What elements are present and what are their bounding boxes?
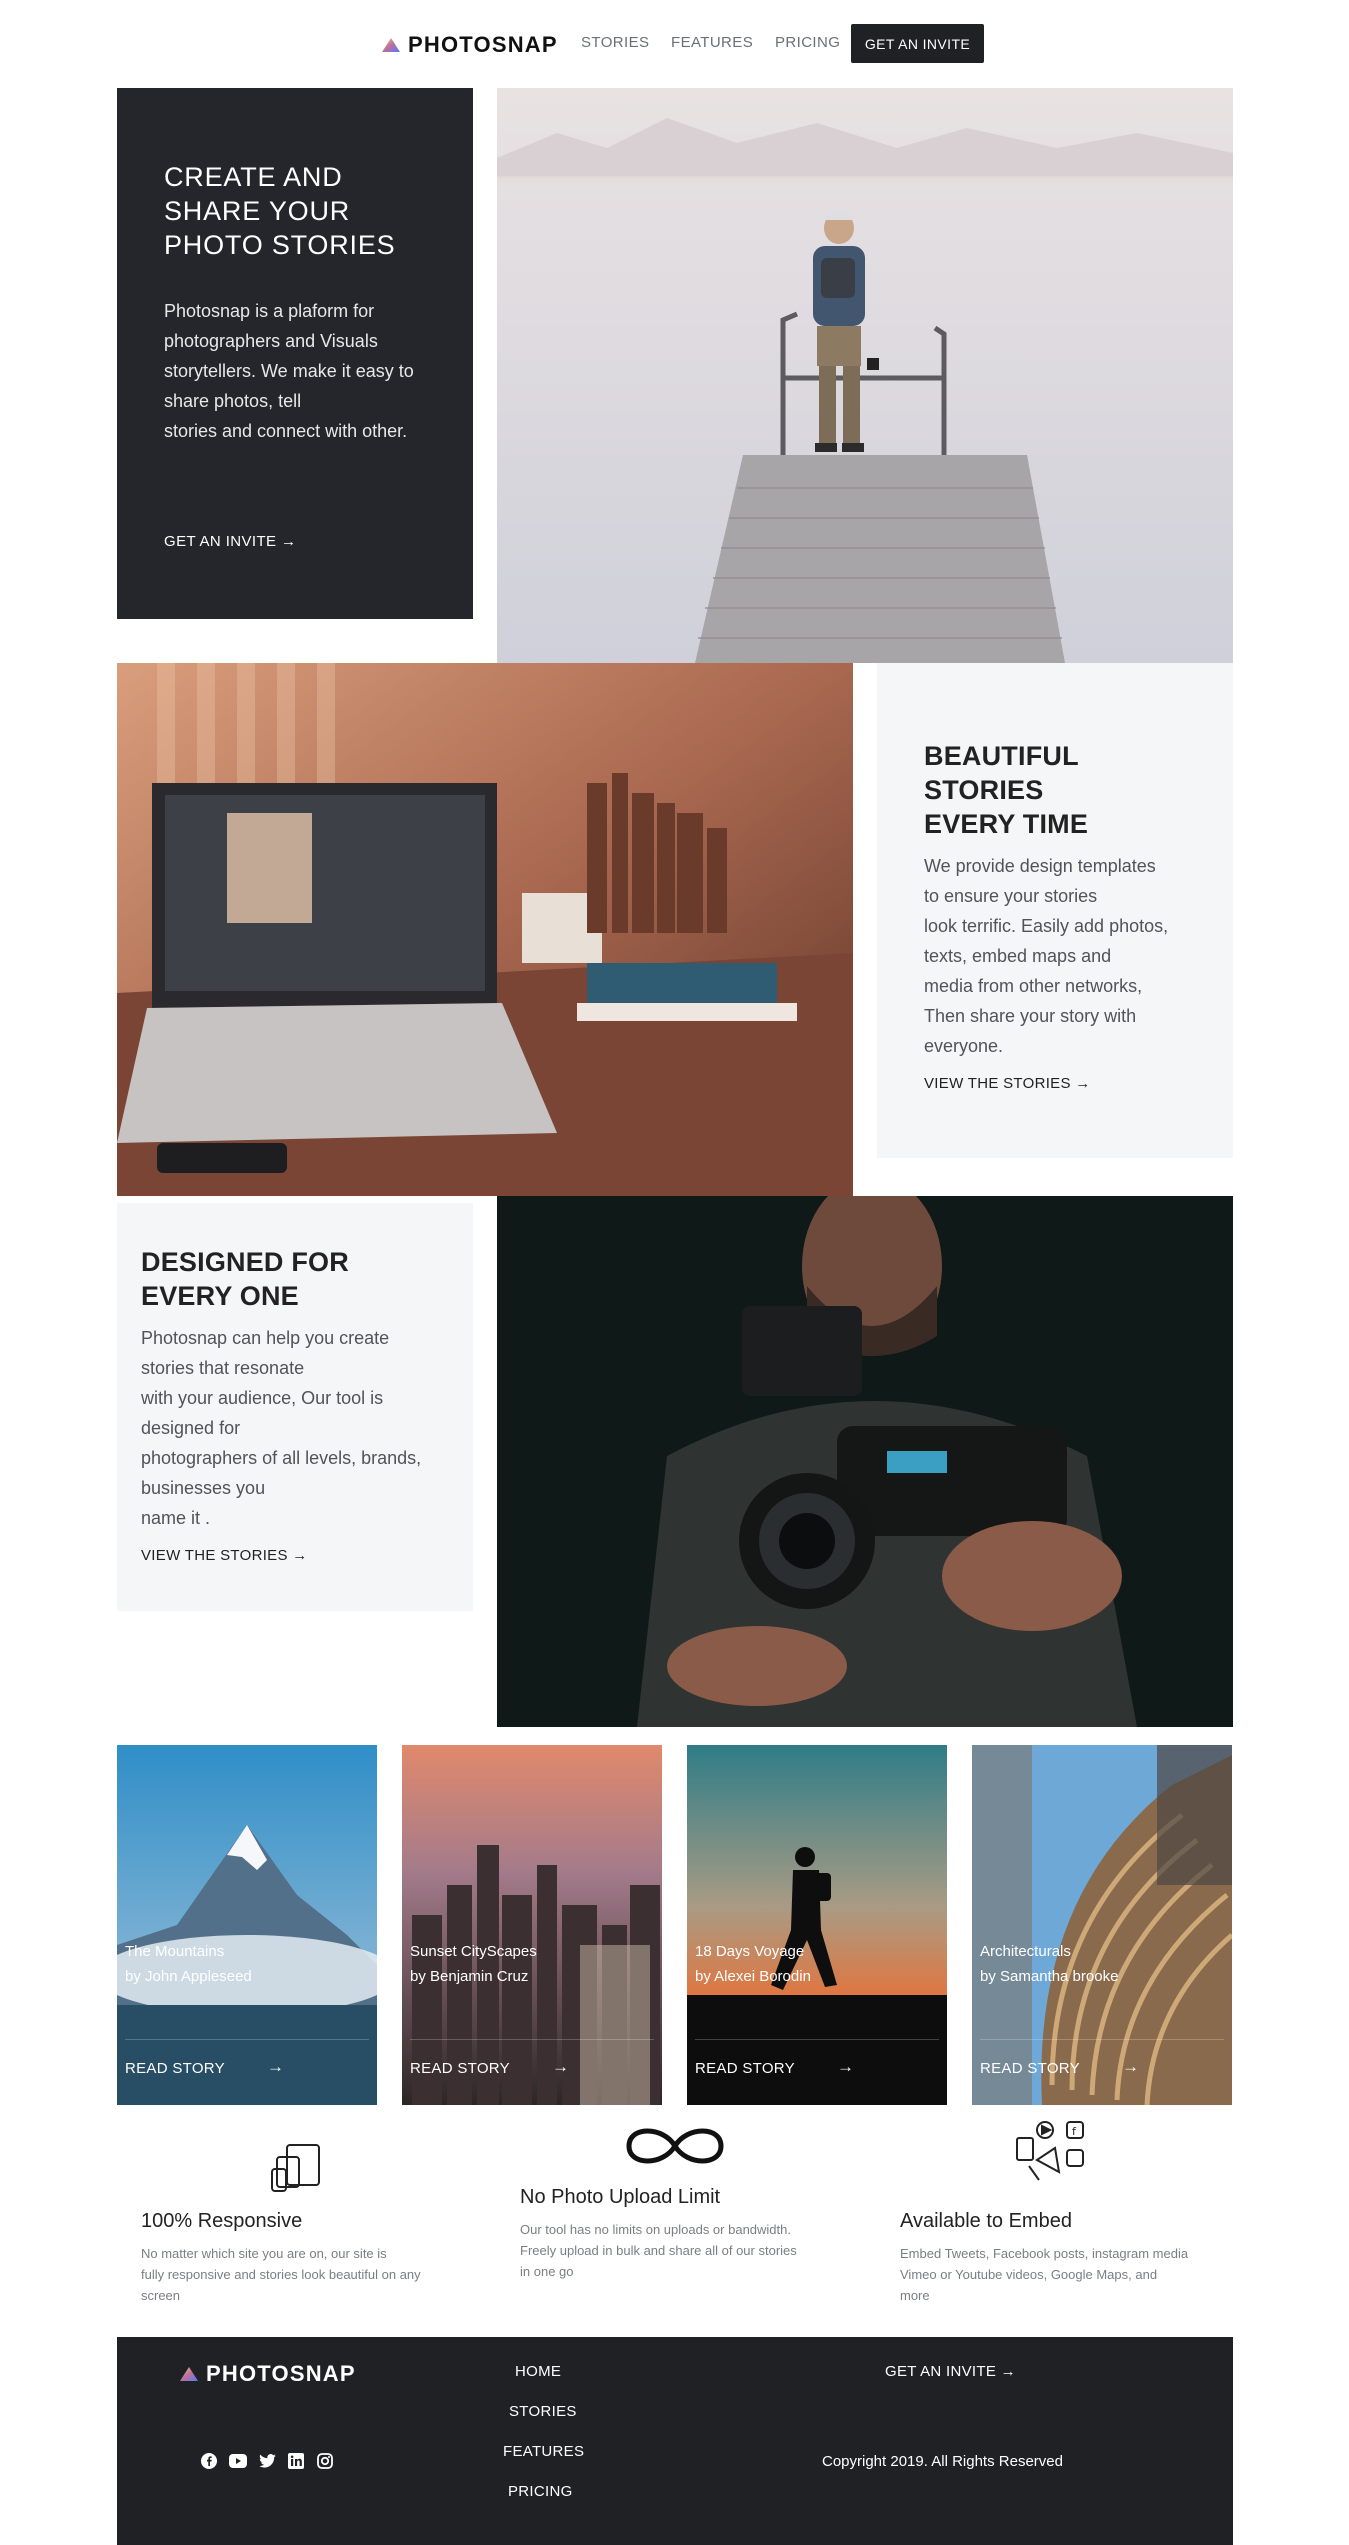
story-title: Architecturals (980, 1943, 1071, 1960)
facebook-icon[interactable] (200, 2452, 218, 2470)
brand-logo[interactable]: PHOTOSNAP (382, 32, 558, 58)
designed-for-everyone-text: Photosnap can help you create stories th… (141, 1328, 422, 1528)
feature-no-upload-limit: No Photo Upload Limit Our tool has no li… (520, 2120, 840, 2282)
brand-name: PHOTOSNAP (206, 2361, 356, 2386)
feature-text: Embed Tweets, Facebook posts, instagram … (900, 2246, 1189, 2303)
arrow-right-icon: → (552, 2057, 569, 2076)
footer-link-home[interactable]: HOME (515, 2363, 561, 2380)
feature-title: Available to Embed (900, 2210, 1072, 2232)
story-title: The Mountains (125, 1943, 225, 1960)
arrow-right-icon: → (267, 2057, 284, 2076)
story-divider (980, 2039, 1224, 2040)
instagram-icon[interactable] (316, 2452, 334, 2470)
footer-link-pricing[interactable]: PRICING (508, 2483, 573, 2500)
laptop-desk-image (117, 663, 853, 1196)
story-image-mountains (117, 1745, 377, 2105)
embed-media-icon: f (1016, 2121, 1084, 2181)
arrow-right-icon: → (1122, 2057, 1139, 2076)
nav-link-stories[interactable]: STORIES (581, 34, 649, 51)
nav-link-pricing[interactable]: PRICING (775, 34, 840, 51)
svg-text:f: f (1072, 2125, 1077, 2138)
social-links (200, 2452, 334, 2470)
read-story-link[interactable]: READ STORY (980, 2060, 1080, 2077)
hero-title: CREATE AND SHARE YOUR PHOTO STORIES (164, 162, 396, 260)
story-caption: Architecturals by Samantha brooke (980, 1939, 1118, 1989)
story-caption: 18 Days Voyage by Alexei Borodin (695, 1939, 811, 1989)
story-card-18-days-voyage[interactable]: 18 Days Voyage by Alexei Borodin READ ST… (687, 1745, 947, 2105)
view-stories-link-2[interactable]: VIEW THE STORIES → (141, 1547, 308, 1564)
story-card-mountains[interactable]: The Mountains by John Appleseed READ STO… (117, 1745, 377, 2105)
feature-text: No matter which site you are on, our sit… (141, 2246, 421, 2303)
designed-for-everyone-card: DESIGNED FOR EVERY ONE Photosnap can hel… (117, 1203, 473, 1611)
story-divider (695, 2039, 939, 2040)
copyright-text: Copyright 2019. All Rights Reserved (822, 2453, 1063, 2470)
arrow-right-icon: → (837, 2057, 854, 2076)
feature-text: Our tool has no limits on uploads or ban… (520, 2222, 797, 2279)
story-divider (410, 2039, 654, 2040)
story-caption: The Mountains by John Appleseed (125, 1939, 252, 1989)
story-author: by Benjamin Cruz (410, 1968, 529, 1985)
cameraman-image (497, 1196, 1233, 1727)
story-image-cityscapes (402, 1745, 662, 2105)
beautiful-stories-text: We provide design templates to ensure yo… (924, 856, 1169, 1056)
story-title: Sunset CityScapes (410, 1943, 537, 1960)
feature-responsive: 100% Responsive No matter which site you… (141, 2143, 461, 2306)
story-author: by John Appleseed (125, 1968, 252, 1985)
feature-title: No Photo Upload Limit (520, 2186, 721, 2208)
story-author: by Samantha brooke (980, 1968, 1119, 1985)
infinity-icon (626, 2128, 724, 2164)
nav-link-features[interactable]: FEATURES (671, 34, 753, 51)
story-image-architecture (972, 1745, 1232, 2105)
responsive-devices-icon (271, 2144, 320, 2192)
beautiful-stories-card: BEAUTIFUL STORIES EVERY TIME We provide … (877, 663, 1233, 1158)
feature-embed: f Available to Embed Embed Tweets, Faceb… (900, 2120, 1220, 2306)
twitter-icon[interactable] (258, 2452, 276, 2470)
youtube-icon[interactable] (229, 2452, 247, 2470)
designed-for-everyone-title: DESIGNED FOR EVERY ONE (141, 1247, 349, 1311)
story-image-voyage (687, 1745, 947, 2105)
feature-title: 100% Responsive (141, 2210, 303, 2232)
read-story-link[interactable]: READ STORY (695, 2060, 795, 2077)
get-invite-button[interactable]: GET AN INVITE (851, 24, 984, 63)
hero-get-invite-link[interactable]: GET AN INVITE → (164, 533, 296, 550)
logo-triangle-icon (180, 2367, 198, 2381)
story-caption: Sunset CityScapes by Benjamin Cruz (410, 1939, 537, 1989)
hero-pier-image (497, 88, 1233, 663)
story-author: by Alexei Borodin (695, 1968, 811, 1985)
story-divider (125, 2039, 369, 2040)
story-card-architecturals[interactable]: Architecturals by Samantha brooke READ S… (972, 1745, 1232, 2105)
footer-brand-logo[interactable]: PHOTOSNAP (180, 2361, 356, 2387)
top-navigation: PHOTOSNAP STORIES FEATURES PRICING GET A… (0, 0, 1349, 88)
hero-text: Photosnap is a plaform for photographers… (164, 301, 414, 441)
footer-link-features[interactable]: FEATURES (503, 2443, 584, 2460)
story-card-sunset-cityscapes[interactable]: Sunset CityScapes by Benjamin Cruz READ … (402, 1745, 662, 2105)
footer-link-stories[interactable]: STORIES (509, 2403, 577, 2420)
logo-triangle-icon (382, 38, 400, 52)
read-story-link[interactable]: READ STORY (125, 2060, 225, 2077)
footer-get-invite-link[interactable]: GET AN INVITE → (885, 2363, 1016, 2380)
linkedin-icon[interactable] (287, 2452, 305, 2470)
story-title: 18 Days Voyage (695, 1943, 805, 1960)
hero-card: CREATE AND SHARE YOUR PHOTO STORIES Phot… (117, 88, 473, 619)
read-story-link[interactable]: READ STORY (410, 2060, 510, 2077)
site-footer: PHOTOSNAP HOME STORIES FEATURES PRICING … (117, 2337, 1233, 2545)
beautiful-stories-title: BEAUTIFUL STORIES EVERY TIME (924, 741, 1089, 839)
brand-name: PHOTOSNAP (408, 32, 558, 57)
view-stories-link-1[interactable]: VIEW THE STORIES → (924, 1075, 1091, 1092)
